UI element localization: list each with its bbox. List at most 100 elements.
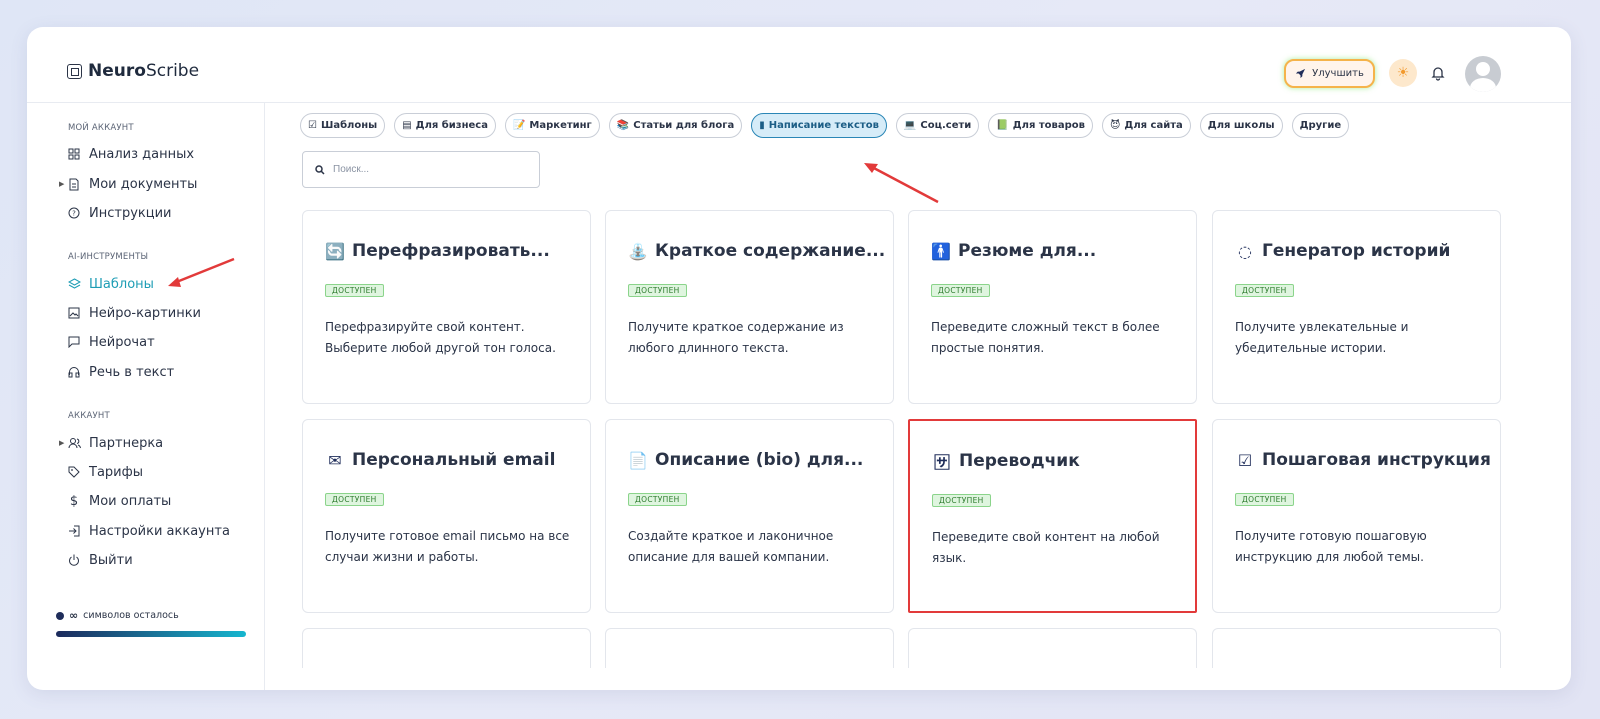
sidebar-item-logout[interactable]: Выйти: [67, 550, 133, 570]
sidebar-item-templates[interactable]: Шаблоны: [67, 274, 154, 294]
credits-dot: [56, 611, 64, 620]
logo[interactable]: Neuro Scribe: [67, 61, 199, 81]
rocket-icon: [1296, 68, 1306, 79]
card-title-text: Краткое содержание...: [655, 241, 886, 261]
theme-toggle-button[interactable]: ☀: [1389, 59, 1417, 87]
card-title: ✉ Персональный email: [325, 450, 555, 470]
svg-text:?: ?: [72, 210, 76, 218]
status-badge: ДОСТУПЕН: [325, 284, 384, 297]
chip-icon: 😈: [1109, 120, 1121, 131]
credits-progress-bar: [56, 631, 246, 637]
sidebar-item-label: Нейро-картинки: [89, 305, 202, 321]
search-box[interactable]: [302, 151, 540, 188]
sidebar-item-neurochat[interactable]: Нейрочат: [67, 332, 155, 352]
chip-icon: 📚: [616, 120, 630, 131]
template-card[interactable]: ⛲ Краткое содержание... ДОСТУПЕН Получите к…: [605, 210, 894, 404]
template-card[interactable]: 🈂 Переводчик ДОСТУПЕН Переведите свой конте…: [908, 419, 1197, 613]
card-title: ◌ Генератор историй: [1235, 241, 1450, 261]
filter-chip[interactable]: 📗 Для товаров: [988, 113, 1093, 138]
dollar-icon: $: [69, 493, 79, 509]
sidebar-item-tariffs[interactable]: Тарифы: [67, 462, 143, 482]
sidebar-item-data-analysis[interactable]: Анализ данных: [67, 144, 194, 164]
sidebar-item-my-documents[interactable]: ▶ Мои документы: [59, 174, 197, 194]
main-content: ☑ Шаблоны ▤ Для бизнеса 📝 Маркетинг 📚 Статьи дл…: [266, 103, 1541, 690]
sidebar-item-label: Анализ данных: [89, 146, 195, 162]
card-description: Получите краткое содержание из любого дл…: [628, 320, 844, 355]
template-card[interactable]: 📄 Описание (bio) для... ДОСТУПЕН Создайте к…: [605, 419, 894, 613]
filter-chip[interactable]: 📚 Статьи для блога: [608, 113, 743, 138]
card-title-text: Пошаговая инструкция: [1262, 450, 1491, 470]
card-title-text: Переводчик: [959, 451, 1080, 471]
section-title-account: АККАУНТ: [68, 411, 110, 421]
filter-chip[interactable]: Другие: [1291, 113, 1350, 138]
card-title-text: Персональный email: [352, 450, 556, 470]
card-title: ⛲ Краткое содержание...: [628, 241, 885, 261]
sidebar-item-partners[interactable]: ▶ Партнерка: [59, 433, 164, 453]
caret-right-icon[interactable]: ▶: [59, 180, 64, 188]
template-card-partial[interactable]: [302, 628, 591, 668]
credits-remaining: ∞ символов осталось: [56, 609, 179, 622]
credits-text: символов осталось: [83, 610, 179, 621]
tag-icon: [67, 465, 81, 479]
card-description: Получите увлекательные и убедительные ис…: [1235, 320, 1409, 355]
filter-chip[interactable]: ▮ Написание текстов: [751, 113, 887, 138]
template-card[interactable]: ◌ Генератор историй ДОСТУПЕН Получите увлек…: [1212, 210, 1501, 404]
login-icon: [67, 524, 81, 538]
filter-chip[interactable]: Для школы: [1199, 113, 1283, 138]
sidebar-item-speech-to-text[interactable]: Речь в текст: [67, 362, 174, 382]
caret-right-icon[interactable]: ▶: [59, 439, 64, 447]
sidebar-item-label: Инструкции: [89, 205, 172, 221]
search-icon: [315, 164, 325, 175]
chip-icon: 📝: [512, 120, 526, 131]
card-title-text: Перефразировать...: [352, 241, 550, 261]
search-input[interactable]: [333, 164, 523, 175]
sidebar-item-account-settings[interactable]: Настройки аккаунта: [67, 521, 230, 541]
card-title: 📄 Описание (bio) для...: [628, 450, 863, 470]
template-card-partial[interactable]: [605, 628, 894, 668]
logo-icon: [67, 63, 82, 79]
card-title-text: Генератор историй: [1262, 241, 1451, 261]
chip-label: Статьи для блога: [633, 120, 735, 131]
filter-chip[interactable]: ☑ Шаблоны: [300, 113, 386, 138]
status-badge: ДОСТУПЕН: [325, 493, 384, 506]
template-card-partial[interactable]: [1212, 628, 1501, 668]
infinity-symbol: ∞: [69, 609, 79, 622]
card-icon: ✉: [328, 450, 342, 470]
template-card[interactable]: 🔄 Перефразировать... ДОСТУПЕН Перефразируйт…: [302, 210, 591, 404]
card-icon: 🚹: [931, 241, 951, 261]
sidebar-item-label: Партнерка: [89, 435, 164, 451]
chip-label: Для сайта: [1124, 120, 1183, 131]
chip-icon: 📗: [996, 120, 1009, 131]
status-badge: ДОСТУПЕН: [932, 494, 991, 507]
template-card-partial[interactable]: [908, 628, 1197, 668]
chip-icon: ▤: [402, 120, 412, 131]
logo-text-bold: Neuro: [88, 61, 146, 81]
card-description: Получите готовую пошаговую инструкцию дл…: [1235, 529, 1427, 564]
chip-label: Для товаров: [1012, 120, 1085, 131]
sidebar-item-neuro-images[interactable]: Нейро-картинки: [67, 303, 201, 323]
card-description: Переведите сложный текст в более простые…: [931, 320, 1160, 355]
status-badge: ДОСТУПЕН: [628, 493, 687, 506]
card-description: Перефразируйте свой контент. Выберите лю…: [325, 320, 556, 355]
template-card[interactable]: ☑ Пошаговая инструкция ДОСТУПЕН Получите го…: [1212, 419, 1501, 613]
avatar[interactable]: [1465, 56, 1501, 92]
sun-icon: ☀: [1396, 65, 1410, 81]
chip-label: Маркетинг: [529, 120, 592, 131]
chat-icon: [67, 335, 81, 349]
upgrade-button[interactable]: Улучшить: [1284, 59, 1375, 88]
chip-label: Шаблоны: [320, 120, 378, 131]
card-icon: 🈂: [933, 453, 950, 472]
template-card[interactable]: ✉ Персональный email ДОСТУПЕН Получите гото…: [302, 419, 591, 613]
chip-label: Другие: [1299, 120, 1342, 131]
card-description: Создайте краткое и лаконичное описание д…: [628, 529, 834, 564]
sidebar-item-instructions[interactable]: ? Инструкции: [67, 203, 172, 223]
card-icon: 📄: [628, 450, 648, 470]
filter-chip[interactable]: 📝 Маркетинг: [504, 113, 600, 138]
filter-chip[interactable]: 💻 Соц.сети: [895, 113, 980, 138]
filter-chip[interactable]: ▤ Для бизнеса: [394, 113, 496, 138]
filter-chip[interactable]: 😈 Для сайта: [1101, 113, 1191, 138]
sidebar-item-my-payments[interactable]: $ Мои оплаты: [67, 491, 171, 511]
notifications-button[interactable]: [1426, 61, 1450, 85]
template-card[interactable]: 🚹 Резюме для... ДОСТУПЕН Переведите сложный…: [908, 210, 1197, 404]
card-icon: ☑: [1237, 450, 1253, 470]
